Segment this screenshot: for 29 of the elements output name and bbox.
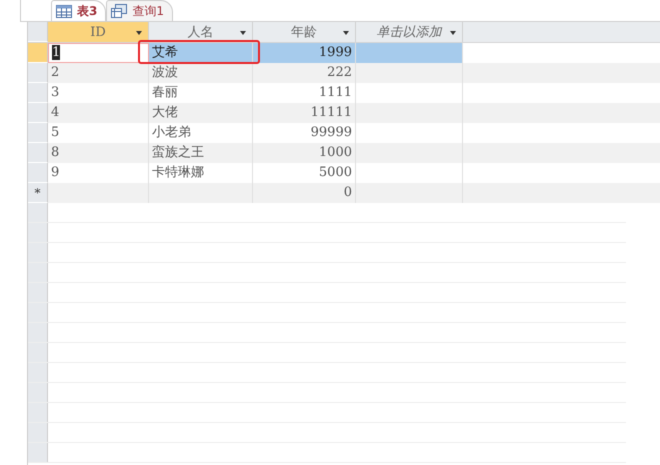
dropdown-icon[interactable] [136, 31, 142, 35]
record-selector[interactable] [28, 103, 48, 123]
record-selector[interactable] [28, 43, 48, 63]
dropdown-icon[interactable] [343, 31, 349, 35]
dropdown-icon[interactable] [450, 31, 456, 35]
record-selector[interactable] [28, 143, 48, 163]
document-tab[interactable]: 查询1 [106, 0, 173, 21]
column-header[interactable]: ID [48, 22, 149, 42]
column-header[interactable]: 人名 [149, 22, 253, 42]
column-name: ID [90, 24, 106, 40]
record-selector[interactable] [28, 63, 48, 83]
column-header[interactable]: 年龄 [253, 22, 356, 42]
record-selector[interactable] [28, 83, 48, 103]
document-tab[interactable]: 表3 [51, 0, 106, 21]
column-name: 年龄 [291, 24, 317, 41]
new-record-marker[interactable]: * [28, 183, 48, 203]
column-name: 单击以添加 [376, 24, 442, 41]
select-all-corner[interactable] [28, 22, 48, 42]
column-header[interactable]: 单击以添加 [356, 22, 463, 42]
table-cell: 艾希 [149, 43, 253, 63]
dropdown-icon[interactable] [240, 31, 246, 35]
table-cell: 1999 [253, 43, 356, 63]
table-cell: 1 [48, 43, 149, 63]
query-icon [111, 4, 128, 18]
column-name: 人名 [188, 24, 214, 41]
record-selector[interactable] [28, 163, 48, 183]
table-cell: 0 [253, 183, 356, 203]
record-selector[interactable] [28, 123, 48, 143]
table-icon [56, 4, 72, 18]
